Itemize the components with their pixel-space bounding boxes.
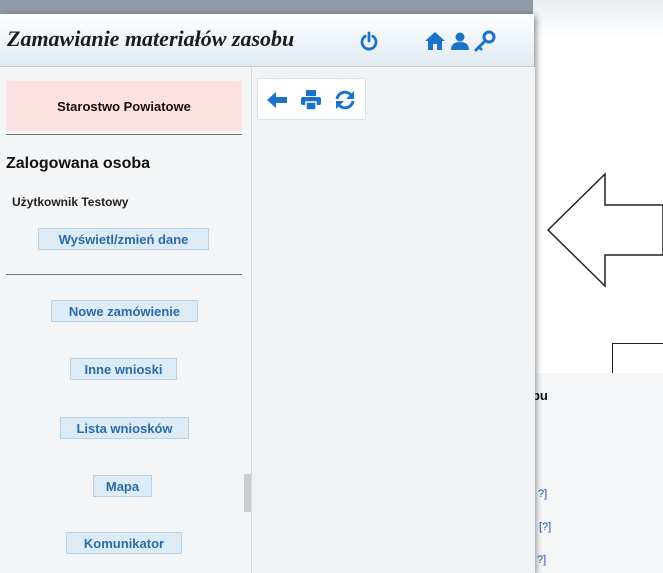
divider xyxy=(6,134,242,135)
app-window: Zamawianie materiałów zasobu Starostwo P… xyxy=(0,14,535,573)
sidebar-scrollbar[interactable] xyxy=(244,474,251,512)
new-order-button[interactable]: Nowe zamówienie xyxy=(51,300,198,322)
back-arrow-icon[interactable] xyxy=(264,87,290,113)
app-header: Zamawianie materiałów zasobu xyxy=(0,14,534,67)
print-icon[interactable] xyxy=(298,87,324,113)
background-help-link[interactable]: ?] xyxy=(537,554,546,566)
user-name: Użytkownik Testowy xyxy=(12,195,129,209)
background-help-link[interactable]: ?] xyxy=(538,488,547,500)
organization-name: Starostwo Powiatowe xyxy=(6,81,242,131)
home-icon[interactable] xyxy=(423,29,447,53)
power-icon[interactable] xyxy=(357,29,381,53)
divider xyxy=(6,274,242,275)
content-area xyxy=(251,67,535,573)
user-icon[interactable] xyxy=(448,29,472,53)
messenger-button[interactable]: Komunikator xyxy=(66,532,182,554)
other-requests-button[interactable]: Inne wnioski xyxy=(70,358,177,380)
key-icon[interactable] xyxy=(473,29,497,53)
background-help-link[interactable]: [?] xyxy=(539,521,551,533)
map-button[interactable]: Mapa xyxy=(93,475,152,497)
request-list-button[interactable]: Lista wniosków xyxy=(60,417,189,439)
background-panel: obu ?] [?] ?] xyxy=(520,373,663,573)
logged-in-heading: Zalogowana osoba xyxy=(6,155,151,172)
refresh-icon[interactable] xyxy=(332,87,358,113)
content-toolbar xyxy=(257,78,366,120)
left-arrow-callout-icon xyxy=(546,172,663,288)
sidebar: Starostwo Powiatowe Zalogowana osoba Uży… xyxy=(0,67,243,573)
edit-user-data-button[interactable]: Wyświetl/zmień dane xyxy=(38,228,209,250)
app-title: Zamawianie materiałów zasobu xyxy=(7,26,295,51)
